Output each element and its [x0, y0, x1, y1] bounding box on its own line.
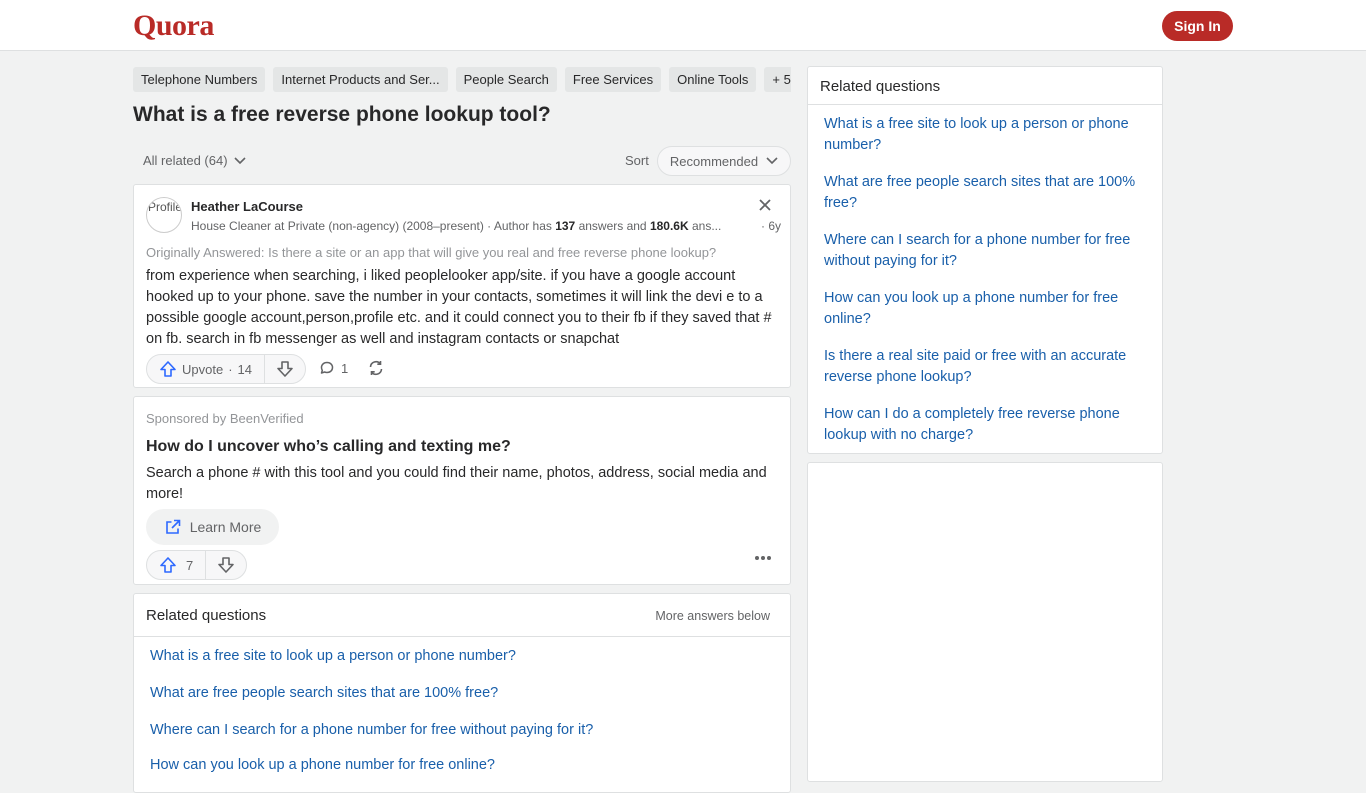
topic-tags: Telephone Numbers Internet Products and … [133, 67, 791, 92]
topic-tag[interactable]: Telephone Numbers [133, 67, 266, 92]
sidebar-title: Related questions [820, 78, 941, 95]
quora-logo[interactable]: Quora [133, 9, 214, 43]
more-options-icon[interactable] [754, 555, 772, 561]
sponsored-card: Sponsored by BeenVerified How do I uncov… [133, 396, 791, 585]
related-question-link[interactable]: What are free people search sites that a… [150, 685, 498, 701]
related-header: Related questions More answers below [134, 594, 790, 637]
downvote-icon [276, 360, 294, 378]
comment-icon [319, 360, 335, 376]
related-question-link[interactable]: What is a free site to look up a person … [150, 648, 516, 664]
sort-dropdown[interactable]: Recommended [657, 146, 791, 176]
answer-age[interactable]: · 6y [761, 219, 781, 233]
related-questions-sidebar: Related questions What is a free site to… [807, 66, 1163, 454]
related-questions-main: Related questions More answers below Wha… [133, 593, 791, 793]
downvote-icon [217, 556, 235, 574]
question-title: What is a free reverse phone lookup tool… [133, 103, 551, 126]
learn-more-label: Learn More [189, 519, 262, 535]
sidebar-question-link[interactable]: What is a free site to look up a person … [824, 114, 1149, 156]
external-link-icon [164, 518, 182, 536]
sponsored-title[interactable]: How do I uncover who’s calling and texti… [146, 438, 511, 456]
all-related-filter[interactable]: All related (64) [143, 153, 246, 168]
topic-tag[interactable]: People Search [455, 67, 557, 92]
upvote-icon [159, 556, 177, 574]
upvote-label: Upvote [182, 361, 224, 377]
originally-answered[interactable]: Originally Answered: Is there a site or … [146, 245, 716, 260]
sponsored-body: Search a phone # with this tool and you … [146, 465, 767, 502]
separator-dot: · [228, 361, 233, 377]
vote-bar: Upvote · 14 [146, 354, 307, 384]
more-topics-tag[interactable]: + 5 [764, 67, 791, 92]
sort-value: Recommended [669, 153, 759, 169]
sidebar-question-link[interactable]: Where can I search for a phone number fo… [824, 230, 1149, 272]
upvote-count: 7 [186, 557, 194, 573]
downvote-button[interactable] [265, 355, 305, 383]
share-button[interactable] [367, 359, 385, 377]
more-answers-below[interactable]: More answers below [655, 609, 770, 623]
upvote-count: 14 [237, 361, 253, 377]
avatar[interactable]: Profile [146, 197, 182, 233]
sort-label: Sort [625, 153, 649, 168]
topic-tag[interactable]: Free Services [564, 67, 662, 92]
chevron-down-icon [766, 157, 778, 165]
sign-in-button[interactable]: Sign In [1162, 11, 1233, 41]
upvote-button[interactable]: Upvote · 14 [147, 355, 266, 383]
sidebar-question-link[interactable]: How can I do a completely free reverse p… [824, 404, 1149, 446]
comments-button[interactable]: 1 [319, 360, 348, 376]
author-name[interactable]: Heather LaCourse [191, 199, 303, 214]
vote-bar: 7 [146, 550, 248, 580]
sidebar-question-link[interactable]: Is there a real site paid or free with a… [824, 346, 1149, 388]
sidebar-header: Related questions [808, 67, 1162, 105]
refresh-icon [367, 359, 385, 377]
topic-tag[interactable]: Internet Products and Ser... [273, 67, 448, 92]
all-related-label: All related (64) [143, 153, 228, 168]
views-count: 180.6K [649, 219, 689, 233]
comment-count: 1 [341, 360, 349, 376]
answers-count: 137 [555, 219, 576, 233]
related-title: Related questions [146, 607, 267, 624]
sidebar-question-link[interactable]: What are free people search sites that a… [824, 172, 1149, 214]
credential-text: House Cleaner at Private (non-agency) (2… [191, 219, 556, 233]
sponsored-label[interactable]: Sponsored by BeenVerified [146, 411, 304, 426]
close-icon[interactable] [758, 198, 772, 212]
related-question-link[interactable]: How can you look up a phone number for f… [150, 757, 495, 773]
answer-card: Profile Heather LaCourse House Cleaner a… [133, 184, 791, 388]
answers-and-text: answers and [575, 219, 650, 233]
top-bar: Quora Sign In [0, 0, 1366, 51]
sidebar-ad-placeholder [807, 462, 1163, 782]
sidebar-question-link[interactable]: How can you look up a phone number for f… [824, 288, 1149, 330]
views-suffix: ans... [688, 219, 722, 233]
upvote-button[interactable]: 7 [147, 551, 207, 579]
topic-tag[interactable]: Online Tools [669, 67, 757, 92]
author-credential: House Cleaner at Private (non-agency) (2… [191, 219, 781, 233]
answer-body: from experience when searching, i liked … [146, 268, 772, 347]
chevron-down-icon [233, 156, 246, 165]
downvote-button[interactable] [206, 551, 246, 579]
upvote-icon [159, 360, 177, 378]
related-question-link[interactable]: Where can I search for a phone number fo… [150, 722, 593, 738]
learn-more-button[interactable]: Learn More [146, 509, 279, 545]
